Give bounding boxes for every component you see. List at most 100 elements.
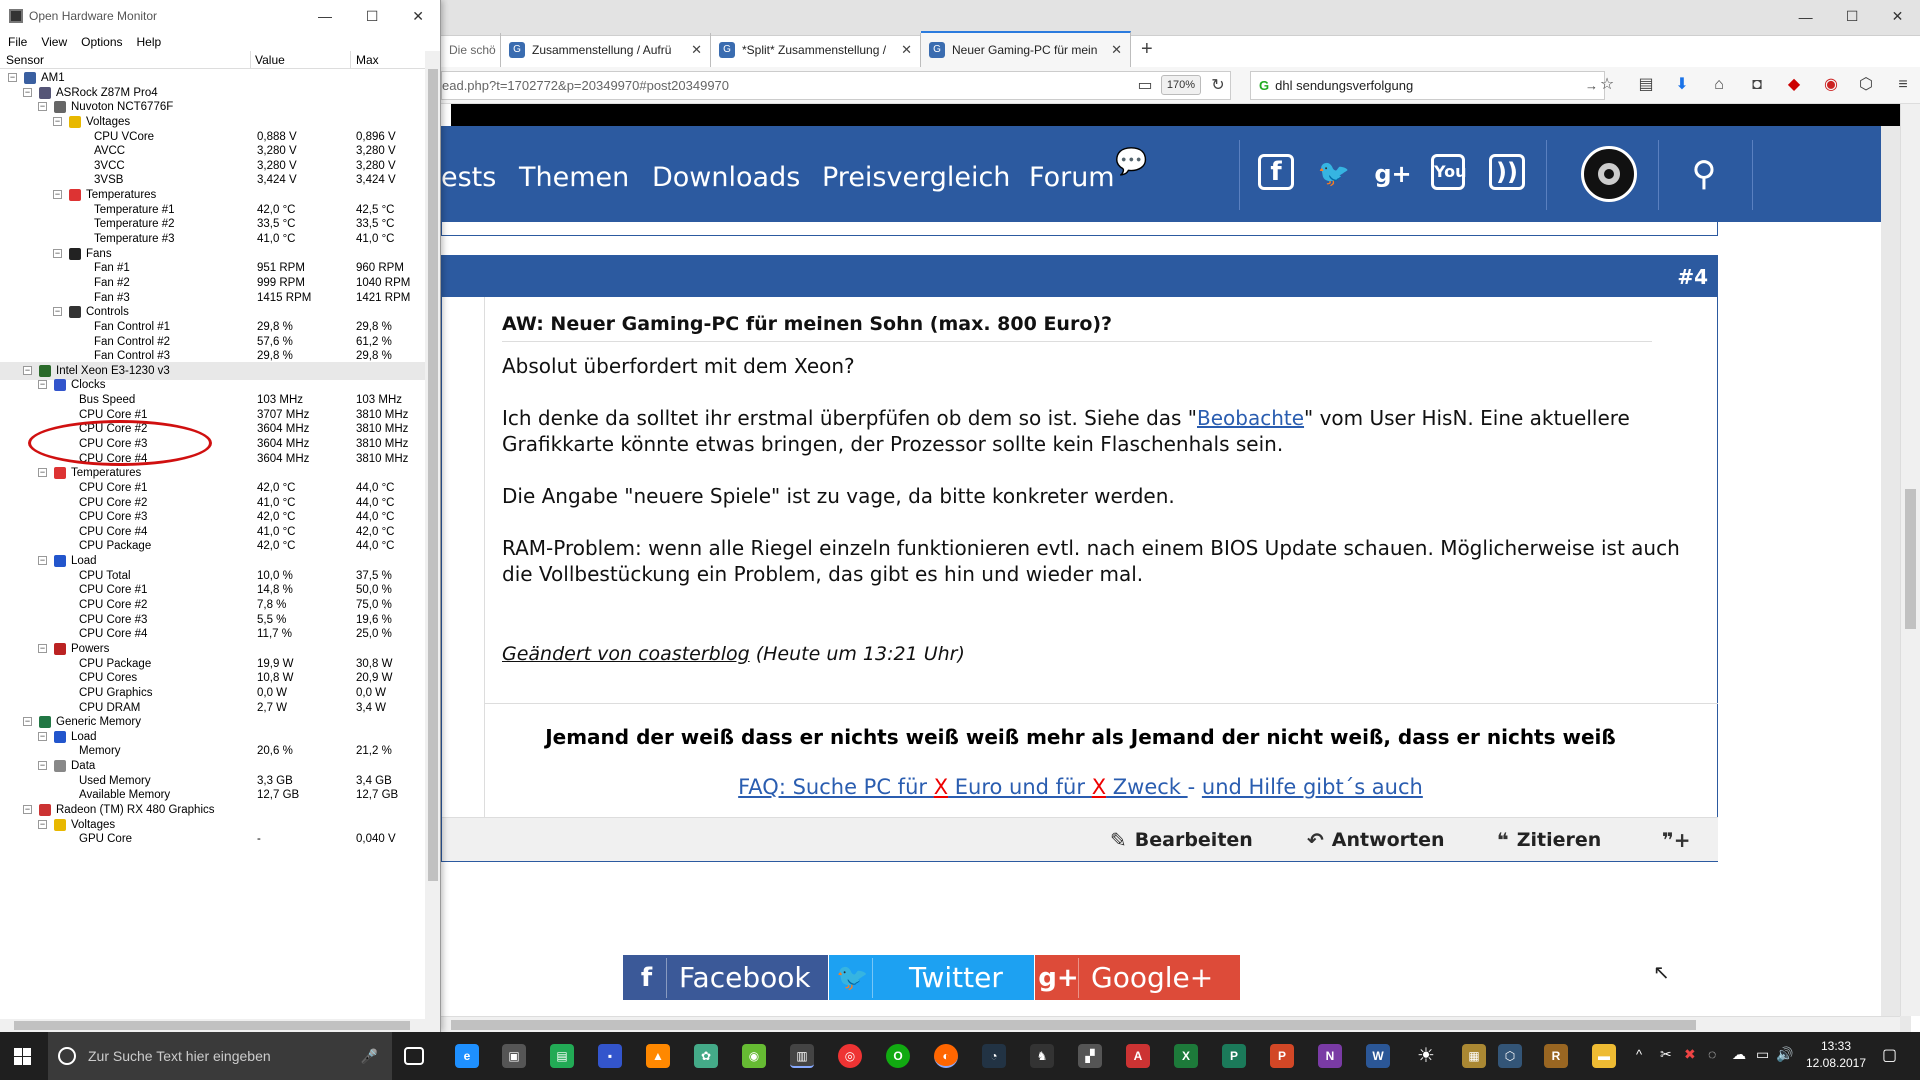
minimize-icon[interactable]: — (318, 8, 332, 25)
youtube-icon[interactable]: You (1431, 154, 1467, 190)
collapse-toggle-icon[interactable]: − (38, 380, 47, 390)
twitter-icon[interactable]: 🐦 (1314, 154, 1354, 194)
maximize-icon[interactable]: ☐ (366, 8, 379, 25)
close-icon[interactable]: ✕ (412, 8, 424, 25)
firefox-icon[interactable]: ◐ (934, 1044, 958, 1068)
tab-1[interactable]: Die schö ✕ (441, 33, 501, 67)
collapse-toggle-icon[interactable]: − (8, 73, 17, 82)
collapse-toggle-icon[interactable]: − (53, 248, 62, 258)
excel-icon[interactable]: X (1174, 1044, 1198, 1068)
tray-icon[interactable]: ✖ (1684, 1046, 1696, 1063)
collapse-toggle-icon[interactable]: − (38, 761, 47, 771)
column-sensor[interactable]: Sensor (6, 53, 44, 67)
tab-close-icon[interactable]: ✕ (895, 42, 912, 58)
ohm-horizontal-scrollbar[interactable] (0, 1019, 440, 1032)
xbox-icon[interactable]: ◉ (742, 1044, 766, 1068)
steam-icon[interactable]: ◔ (982, 1044, 1006, 1068)
nav-item-tests[interactable]: ests (441, 162, 496, 193)
onedrive-icon[interactable]: ☁ (1732, 1046, 1746, 1063)
edge-icon[interactable]: e (455, 1044, 479, 1068)
collapse-toggle-icon[interactable]: − (23, 717, 32, 727)
nav-item-preisvergleich[interactable]: Preisvergleich (822, 162, 1010, 193)
nav-item-forum[interactable]: Forum (1029, 162, 1115, 193)
menu-icon[interactable]: ≡ (1893, 75, 1913, 95)
tray-icon[interactable]: ◌ (1708, 1046, 1716, 1062)
extension-icon[interactable]: ◉ (1821, 75, 1841, 95)
file-explorer-icon[interactable]: ▬ (1592, 1044, 1616, 1068)
tab-3[interactable]: G *Split* Zusammenstellung / ✕ (711, 33, 921, 67)
reload-icon[interactable]: ↻ (1208, 76, 1228, 96)
menu-options[interactable]: Options (81, 35, 122, 49)
beobachte-link[interactable]: Beobachte (1197, 406, 1304, 430)
reader-view-icon[interactable]: ▭ (1135, 76, 1155, 96)
share-google-button[interactable]: g+ Google+ (1035, 955, 1240, 1000)
scrollbar-thumb[interactable] (1905, 489, 1916, 629)
url-bar[interactable]: ead.php?t=1702772&p=20349970#post2034997… (441, 71, 1231, 100)
sensor-row[interactable]: GPU Core - 0,040 V (0, 830, 425, 848)
zoom-indicator[interactable]: 170% (1161, 75, 1201, 95)
publisher-icon[interactable]: P (1222, 1044, 1246, 1068)
rss-icon[interactable]: )) (1489, 154, 1525, 190)
system-clock[interactable]: 13:33 12.08.2017 (1800, 1038, 1872, 1072)
app-icon[interactable]: ▦ (1462, 1044, 1486, 1068)
app-icon[interactable]: ⬡ (1498, 1044, 1522, 1068)
scrollbar-thumb[interactable] (14, 1021, 410, 1030)
ohm-taskbar-icon[interactable]: ▥ (790, 1044, 814, 1068)
collapse-toggle-icon[interactable]: − (53, 190, 62, 200)
google-plus-icon[interactable]: g+ (1373, 154, 1413, 194)
horizontal-scrollbar[interactable] (441, 1016, 1900, 1032)
close-icon[interactable]: ✕ (1892, 8, 1904, 25)
app-icon[interactable]: O (886, 1044, 910, 1068)
collapse-toggle-icon[interactable]: − (23, 87, 32, 97)
scrollbar-thumb[interactable] (451, 1020, 1696, 1030)
collapse-toggle-icon[interactable]: − (38, 468, 47, 478)
app-icon[interactable]: ✿ (694, 1044, 718, 1068)
tray-expand-icon[interactable]: ^ (1636, 1047, 1642, 1062)
nav-item-themen[interactable]: Themen (519, 162, 629, 193)
vertical-scrollbar[interactable] (1900, 104, 1920, 1016)
collapse-toggle-icon[interactable]: − (53, 116, 62, 126)
tab-4-active[interactable]: G Neuer Gaming-PC für mein ✕ (921, 31, 1131, 67)
edited-by-link[interactable]: Geändert von coasterblog (502, 643, 750, 665)
powerpoint-icon[interactable]: P (1270, 1044, 1294, 1068)
facebook-icon[interactable]: f (1258, 154, 1294, 190)
menu-view[interactable]: View (41, 35, 67, 49)
faq-link[interactable]: FAQ: Suche PC für X Euro und für X Zweck (738, 775, 1187, 799)
minimize-icon[interactable]: — (1799, 9, 1813, 25)
network-icon[interactable]: ▭ (1756, 1046, 1769, 1063)
app-icon[interactable]: ♞ (1030, 1044, 1054, 1068)
collapse-toggle-icon[interactable]: − (38, 819, 47, 829)
bookmark-star-icon[interactable]: ☆ (1597, 75, 1617, 95)
collapse-toggle-icon[interactable]: − (38, 102, 47, 112)
word-icon[interactable]: W (1366, 1044, 1390, 1068)
onenote-icon[interactable]: N (1318, 1044, 1342, 1068)
search-icon[interactable]: ⚲ (1684, 154, 1724, 194)
collapse-toggle-icon[interactable]: − (38, 731, 47, 741)
menu-file[interactable]: File (8, 35, 27, 49)
tab-2[interactable]: G Zusammenstellung / Aufrü ✕ (501, 33, 711, 67)
access-icon[interactable]: A (1126, 1044, 1150, 1068)
multi-quote-button[interactable]: ❞+ (1662, 828, 1699, 852)
tab-close-icon[interactable]: ✕ (1105, 42, 1122, 58)
extension-icon[interactable]: ⬡ (1856, 75, 1876, 95)
app-icon[interactable]: R (1544, 1044, 1568, 1068)
ublock-icon[interactable]: ◆ (1784, 75, 1804, 95)
pocket-icon[interactable]: ◘ (1747, 75, 1767, 95)
weather-icon[interactable]: ☀ (1414, 1044, 1438, 1068)
ohm-vertical-scrollbar[interactable] (425, 51, 440, 1019)
task-view-icon[interactable] (404, 1047, 424, 1065)
menu-help[interactable]: Help (137, 35, 162, 49)
volume-icon[interactable]: 🔊 (1776, 1046, 1793, 1063)
edit-button[interactable]: ✎ Bearbeiten (1110, 828, 1253, 852)
home-icon[interactable]: ⌂ (1709, 75, 1729, 95)
app-icon[interactable]: ▤ (550, 1044, 574, 1068)
collapse-toggle-icon[interactable]: − (23, 805, 32, 814)
post-number[interactable]: #4 (1677, 265, 1708, 289)
search-input[interactable]: G dhl sendungsverfolgung → (1250, 71, 1605, 100)
collapse-toggle-icon[interactable]: − (38, 556, 47, 566)
new-tab-button[interactable]: + (1141, 38, 1153, 61)
scrollbar-thumb[interactable] (428, 69, 438, 881)
share-twitter-button[interactable]: 🐦 Twitter (829, 955, 1034, 1000)
save-app-icon[interactable]: ▪ (598, 1044, 622, 1068)
collapse-toggle-icon[interactable]: − (23, 365, 32, 375)
